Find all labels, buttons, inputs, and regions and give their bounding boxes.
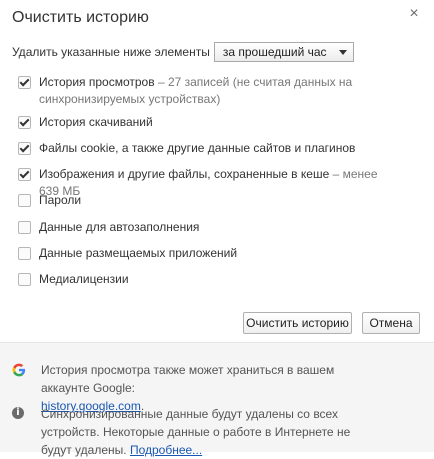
checkbox-media-licenses[interactable]	[18, 273, 31, 286]
item-label: Файлы cookie, а также другие данные сайт…	[39, 141, 356, 155]
item-label: История просмотров	[39, 75, 155, 89]
item-autofill[interactable]: Данные для автозаполнения	[18, 219, 399, 236]
google-g-icon	[12, 363, 26, 377]
checkbox-autofill[interactable]	[18, 221, 31, 234]
checkbox-hosted-app-data[interactable]	[18, 247, 31, 260]
dialog-title: Очистить историю	[12, 9, 149, 26]
footer-notes: История просмотра также может храниться …	[0, 342, 434, 457]
learn-more-link[interactable]: Подробнее...	[130, 443, 202, 457]
item-label: Данные размещаемых приложений	[39, 246, 238, 260]
cancel-button[interactable]: Отмена	[362, 312, 420, 334]
item-label: Данные для автозаполнения	[39, 220, 200, 234]
checkbox-download-history[interactable]	[18, 116, 31, 129]
item-cookies[interactable]: Файлы cookie, а также другие данные сайт…	[18, 140, 399, 157]
time-range-value: за прошедший час	[222, 45, 327, 59]
item-label: Пароли	[39, 193, 82, 207]
checkbox-cookies[interactable]	[18, 142, 31, 155]
time-range-label: Удалить указанные ниже элементы	[12, 45, 210, 59]
item-hosted-app-data[interactable]: Данные размещаемых приложений	[18, 245, 399, 262]
clear-history-dialog: Очистить историю × Удалить указанные ниж…	[0, 0, 434, 457]
dropdown-arrow-icon	[338, 50, 347, 55]
checkbox-cache[interactable]	[18, 168, 31, 181]
time-range-row: Удалить указанные ниже элементы за проше…	[12, 41, 354, 63]
google-note-text: История просмотра также может храниться …	[41, 363, 335, 395]
checkbox-browsing-history[interactable]	[18, 76, 31, 89]
item-media-licenses[interactable]: Медиалицензии	[18, 271, 399, 288]
item-label: История скачиваний	[39, 115, 153, 129]
item-browsing-history[interactable]: История просмотров – 27 записей (не счит…	[18, 74, 399, 108]
item-passwords[interactable]: Пароли	[18, 192, 399, 209]
item-label: Медиалицензии	[39, 272, 129, 286]
item-download-history[interactable]: История скачиваний	[18, 114, 399, 131]
info-icon: i	[12, 407, 24, 419]
clear-history-button[interactable]: Очистить историю	[243, 312, 352, 334]
item-label: Изображения и другие файлы, сохраненные …	[39, 167, 330, 181]
close-icon[interactable]: ×	[406, 6, 422, 22]
time-range-select[interactable]: за прошедший час	[213, 42, 354, 62]
checkbox-passwords[interactable]	[18, 194, 31, 207]
